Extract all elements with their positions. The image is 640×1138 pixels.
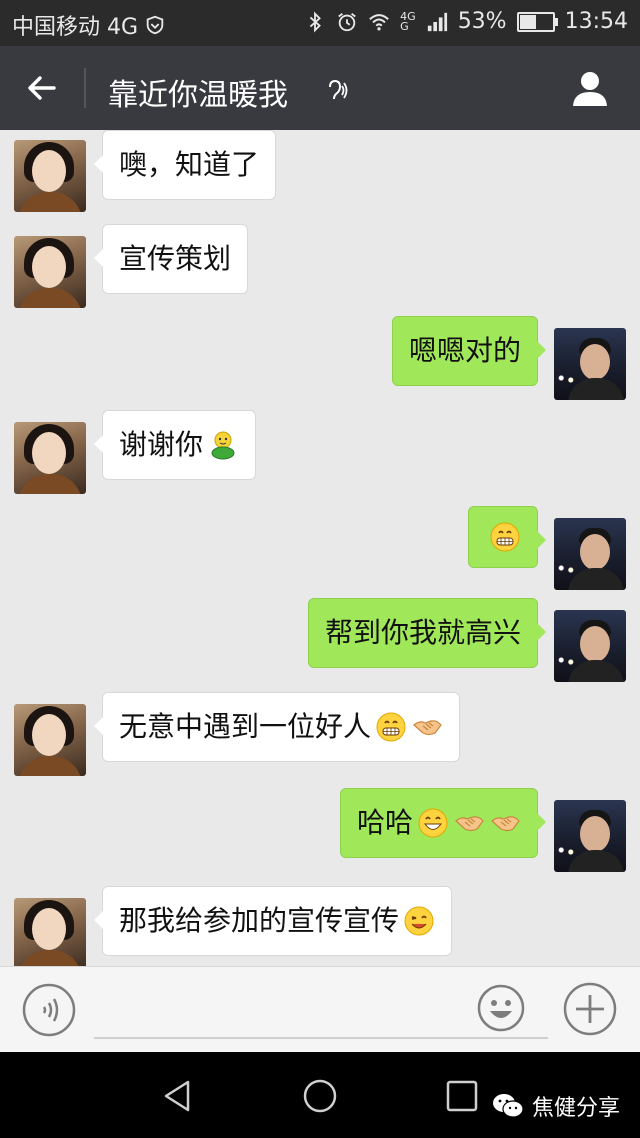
- message-text: 宣传策划: [119, 242, 232, 275]
- header-divider: [84, 68, 86, 108]
- carrier-label: 中国移动 4G: [12, 15, 139, 40]
- input-bar: [0, 966, 640, 1053]
- handshake-emoji: [411, 711, 443, 743]
- avatar[interactable]: [554, 610, 626, 682]
- message-text: 嗯嗯对的: [408, 334, 521, 367]
- system-nav-bar: 焦健分享: [0, 1052, 640, 1138]
- avatar-face: [32, 714, 66, 756]
- avatar-body: [18, 288, 82, 308]
- contact-profile-icon[interactable]: [570, 68, 610, 108]
- avatar-body: [18, 474, 82, 494]
- avatar[interactable]: [14, 898, 86, 966]
- laugh-emoji: [417, 807, 449, 839]
- avatar[interactable]: [14, 704, 86, 776]
- avatar-face: [32, 246, 66, 288]
- more-options-button[interactable]: [562, 981, 618, 1037]
- avatar-face: [580, 344, 610, 380]
- avatar[interactable]: [14, 140, 86, 212]
- message-text: 那我给参加的宣传宣传: [119, 904, 400, 937]
- network-type-bottom: G: [400, 19, 409, 33]
- message-bubble[interactable]: 哈哈: [339, 788, 547, 858]
- status-bar: 中国移动 4G 4G G 53% 13:54: [0, 0, 640, 46]
- voice-input-button[interactable]: [22, 983, 76, 1037]
- avatar-face: [580, 816, 610, 852]
- wink-emoji: [403, 905, 435, 937]
- clock: 13:54: [564, 9, 628, 34]
- handshake-emoji: [453, 807, 485, 839]
- avatar-body: [18, 192, 82, 212]
- chat-title: 靠近你温暖我: [108, 78, 288, 113]
- message-bubble[interactable]: 帮到你我就高兴: [307, 598, 547, 668]
- battery-fill: [519, 14, 536, 29]
- message-text: 噢，知道了: [119, 148, 260, 181]
- chat-header: 靠近你温暖我: [0, 46, 640, 130]
- doll-emoji: [207, 429, 239, 461]
- watermark: 焦健分享: [492, 1090, 620, 1122]
- avatar[interactable]: [554, 800, 626, 872]
- alarm-icon: [338, 12, 356, 31]
- message-bubble[interactable]: 无意中遇到一位好人: [93, 692, 461, 762]
- emoji-button[interactable]: [476, 983, 526, 1033]
- message-text: 谢谢你: [119, 428, 204, 461]
- handshake-emoji: [489, 807, 521, 839]
- message-bubble[interactable]: 噢，知道了: [93, 130, 277, 200]
- signal-icon: [427, 12, 447, 31]
- status-right: 4G G 53% 13:54: [304, 9, 628, 34]
- message-text: 无意中遇到一位好人: [119, 710, 372, 743]
- battery-percent: 53%: [457, 9, 507, 34]
- nav-recent-apps-icon[interactable]: [444, 1078, 480, 1114]
- grin-emoji: [489, 521, 521, 553]
- avatar-face: [32, 150, 66, 192]
- avatar[interactable]: [14, 236, 86, 308]
- watermark-text: 焦健分享: [531, 1096, 620, 1121]
- nav-back-icon[interactable]: [158, 1076, 198, 1116]
- message-bubble[interactable]: 那我给参加的宣传宣传: [93, 886, 453, 956]
- message-bubble[interactable]: [468, 506, 546, 568]
- message-list[interactable]: 噢，知道了宣传策划嗯嗯对的谢谢你帮到你我就高兴无意中遇到一位好人哈哈那我给参加的…: [0, 130, 640, 966]
- status-left: 中国移动 4G: [12, 9, 166, 41]
- vpn-shield-icon: [146, 15, 164, 35]
- avatar-face: [32, 908, 66, 950]
- grin-emoji: [375, 711, 407, 743]
- avatar-body: [18, 756, 82, 776]
- message-bubble[interactable]: 宣传策划: [93, 224, 249, 294]
- battery-icon: [516, 11, 558, 32]
- avatar-face: [580, 626, 610, 662]
- message-bubble[interactable]: 嗯嗯对的: [391, 316, 547, 386]
- message-bubble[interactable]: 谢谢你: [93, 410, 257, 480]
- message-text: 帮到你我就高兴: [324, 616, 521, 649]
- avatar[interactable]: [554, 518, 626, 590]
- nav-home-icon[interactable]: [300, 1076, 340, 1116]
- avatar[interactable]: [554, 328, 626, 400]
- avatar-face: [580, 534, 610, 570]
- bluetooth-icon: [309, 11, 322, 32]
- back-arrow-icon[interactable]: [22, 68, 62, 108]
- avatar-body: [18, 950, 82, 966]
- network-type: 4G G: [400, 11, 416, 33]
- earpiece-mode-icon: [329, 79, 348, 100]
- message-text: 哈哈: [356, 806, 413, 839]
- avatar-face: [32, 432, 66, 474]
- wechat-logo-icon: [492, 1094, 524, 1118]
- wifi-icon: [369, 13, 389, 31]
- avatar[interactable]: [14, 422, 86, 494]
